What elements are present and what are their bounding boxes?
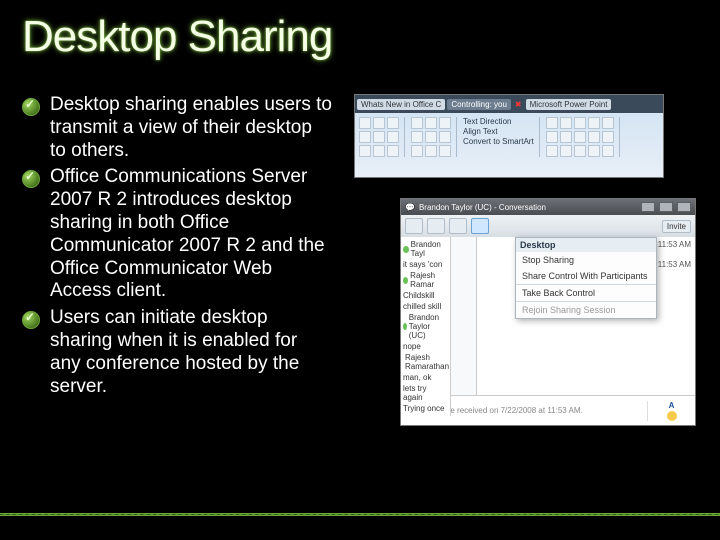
ribbon-group-label: Text Direction (463, 117, 534, 126)
check-icon (22, 311, 40, 329)
bullet-list: Desktop sharing enables users to transmi… (22, 94, 332, 426)
illustration-column: Whats New in Office C Controlling: you ✖… (350, 94, 698, 426)
invite-button: Invite (662, 220, 691, 233)
share-icon (449, 218, 467, 234)
desktop-share-menu: Desktop Stop Sharing Share Control With … (515, 237, 657, 319)
bullet-text: Office Communications Server 2007 R 2 in… (50, 166, 332, 303)
maximize-icon (659, 202, 673, 212)
window-title: Brandon Taylor (UC) - Conversation (419, 203, 546, 212)
bullet-item: Users can initiate desktop sharing when … (22, 307, 332, 398)
ribbon-group-label: Align Text (463, 127, 534, 136)
video-icon (427, 218, 445, 234)
close-icon (677, 202, 691, 212)
ribbon-group-label: Convert to SmartArt (463, 137, 534, 146)
check-icon (22, 98, 40, 116)
ribbon-screenshot: Whats New in Office C Controlling: you ✖… (354, 94, 664, 178)
menu-header: Desktop (516, 238, 656, 252)
chat-titlebar: 💬 Brandon Taylor (UC) - Conversation (401, 199, 695, 215)
chat-toolbar: Invite (401, 215, 695, 237)
message-thread-preview: Brandon Tayl it says 'con Rajesh Ramar C… (401, 237, 451, 416)
message-time: 11:53 AM (658, 240, 691, 249)
slide-accent-divider (0, 513, 720, 516)
ribbon-tabs: Whats New in Office C Controlling: you ✖… (355, 95, 663, 113)
bullet-item: Office Communications Server 2007 R 2 in… (22, 166, 332, 303)
chat-screenshot: 💬 Brandon Taylor (UC) - Conversation Inv… (400, 198, 696, 426)
tab-item: Microsoft Power Point (526, 99, 612, 110)
tab-item: Controlling: you (447, 99, 511, 110)
bullet-item: Desktop sharing enables users to transmi… (22, 94, 332, 162)
app-icon: 💬 (405, 203, 415, 212)
message-time: 11:53 AM (658, 260, 691, 269)
minimize-icon (641, 202, 655, 212)
menu-item: Take Back Control (516, 284, 656, 301)
call-icon (405, 218, 423, 234)
desktop-share-icon (471, 218, 489, 234)
ribbon-body: Text Direction Align Text Convert to Sma… (355, 113, 663, 161)
close-icon: ✖ (513, 100, 524, 109)
menu-item: Rejoin Sharing Session (516, 301, 656, 318)
menu-item: Stop Sharing (516, 252, 656, 268)
check-icon (22, 170, 40, 188)
slide-title: Desktop Sharing (22, 12, 698, 62)
menu-item: Share Control With Participants (516, 268, 656, 284)
bullet-text: Desktop sharing enables users to transmi… (50, 94, 332, 162)
tab-item: Whats New in Office C (357, 99, 445, 110)
emoji-icon (667, 411, 677, 421)
bullet-text: Users can initiate desktop sharing when … (50, 307, 332, 398)
format-icon: A (669, 401, 675, 410)
